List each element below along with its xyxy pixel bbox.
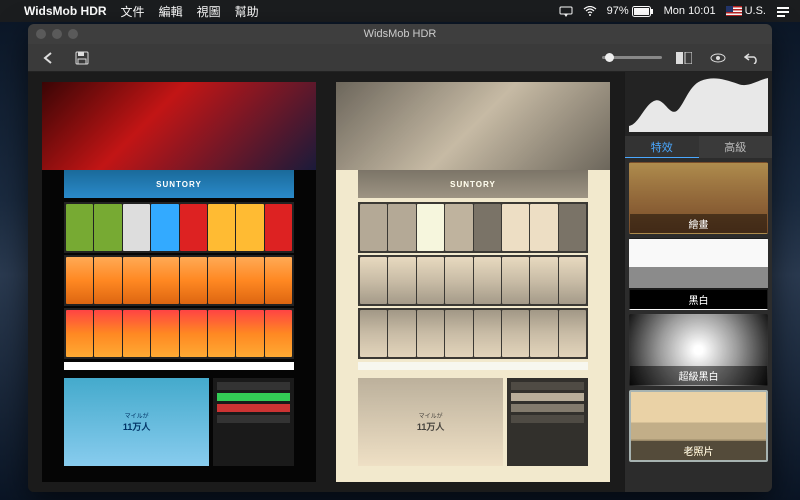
battery-status[interactable]: 97% [607, 5, 654, 17]
effect-painting[interactable]: 繪畫 [629, 162, 768, 234]
notification-center-icon[interactable] [776, 5, 790, 17]
effect-label: 繪畫 [630, 214, 767, 233]
undo-button[interactable] [740, 48, 764, 68]
input-source[interactable]: U.S. [726, 5, 766, 17]
vending-machine-image-sepia: SUNTORY マイルが 11万人 [336, 82, 610, 482]
macos-menubar: WidsMob HDR 文件 編輯 視圖 幫助 97% Mon 10:01 U.… [0, 0, 800, 22]
effect-label: 超級黑白 [630, 366, 767, 385]
compare-button[interactable] [672, 48, 696, 68]
wifi-icon[interactable] [583, 6, 597, 16]
menu-help[interactable]: 幫助 [235, 3, 259, 20]
window-controls [36, 29, 78, 39]
sidebar-tabs: 特效 高級 [625, 136, 772, 158]
histogram[interactable] [625, 72, 772, 136]
maximize-icon[interactable] [68, 29, 78, 39]
menu-view[interactable]: 視圖 [197, 3, 221, 20]
app-window: WidsMob HDR SUNTORY [28, 24, 772, 492]
effects-list[interactable]: 繪畫 黑白 超級黑白 老照片 [625, 158, 772, 492]
effect-label: 黑白 [630, 290, 767, 309]
tab-advanced[interactable]: 高級 [699, 136, 773, 158]
save-button[interactable] [70, 48, 94, 68]
zoom-slider[interactable] [602, 56, 662, 59]
effect-old-photo[interactable]: 老照片 [629, 390, 768, 462]
brand-label: SUNTORY [64, 170, 294, 198]
clock[interactable]: Mon 10:01 [664, 5, 716, 17]
battery-percent: 97% [607, 5, 629, 17]
preview-area: SUNTORY マイルが 11万人 [28, 72, 624, 492]
ad-panel: マイルが 11万人 [64, 378, 209, 466]
right-sidebar: 特效 高級 繪畫 黑白 超級黑白 老照片 [624, 72, 772, 492]
menu-file[interactable]: 文件 [121, 3, 145, 20]
close-icon[interactable] [36, 29, 46, 39]
effect-label: 老照片 [631, 441, 766, 460]
menubar-status: 97% Mon 10:01 U.S. [559, 5, 790, 17]
back-button[interactable] [36, 48, 60, 68]
result-preview[interactable]: SUNTORY マイルが 11万人 [336, 82, 610, 482]
preview-toggle-button[interactable] [706, 48, 730, 68]
minimize-icon[interactable] [52, 29, 62, 39]
vending-machine-image: SUNTORY マイルが 11万人 [42, 82, 316, 482]
menu-edit[interactable]: 編輯 [159, 3, 183, 20]
app-toolbar [28, 44, 772, 72]
us-flag-icon [726, 6, 742, 16]
window-title: WidsMob HDR [364, 28, 437, 40]
effect-bw[interactable]: 黑白 [629, 238, 768, 310]
window-titlebar[interactable]: WidsMob HDR [28, 24, 772, 44]
content-area: SUNTORY マイルが 11万人 [28, 72, 772, 492]
effect-super-bw[interactable]: 超級黑白 [629, 314, 768, 386]
tab-effects[interactable]: 特效 [625, 136, 699, 158]
original-preview[interactable]: SUNTORY マイルが 11万人 [42, 82, 316, 482]
app-menu[interactable]: WidsMob HDR [24, 4, 107, 18]
airplay-icon[interactable] [559, 6, 573, 17]
